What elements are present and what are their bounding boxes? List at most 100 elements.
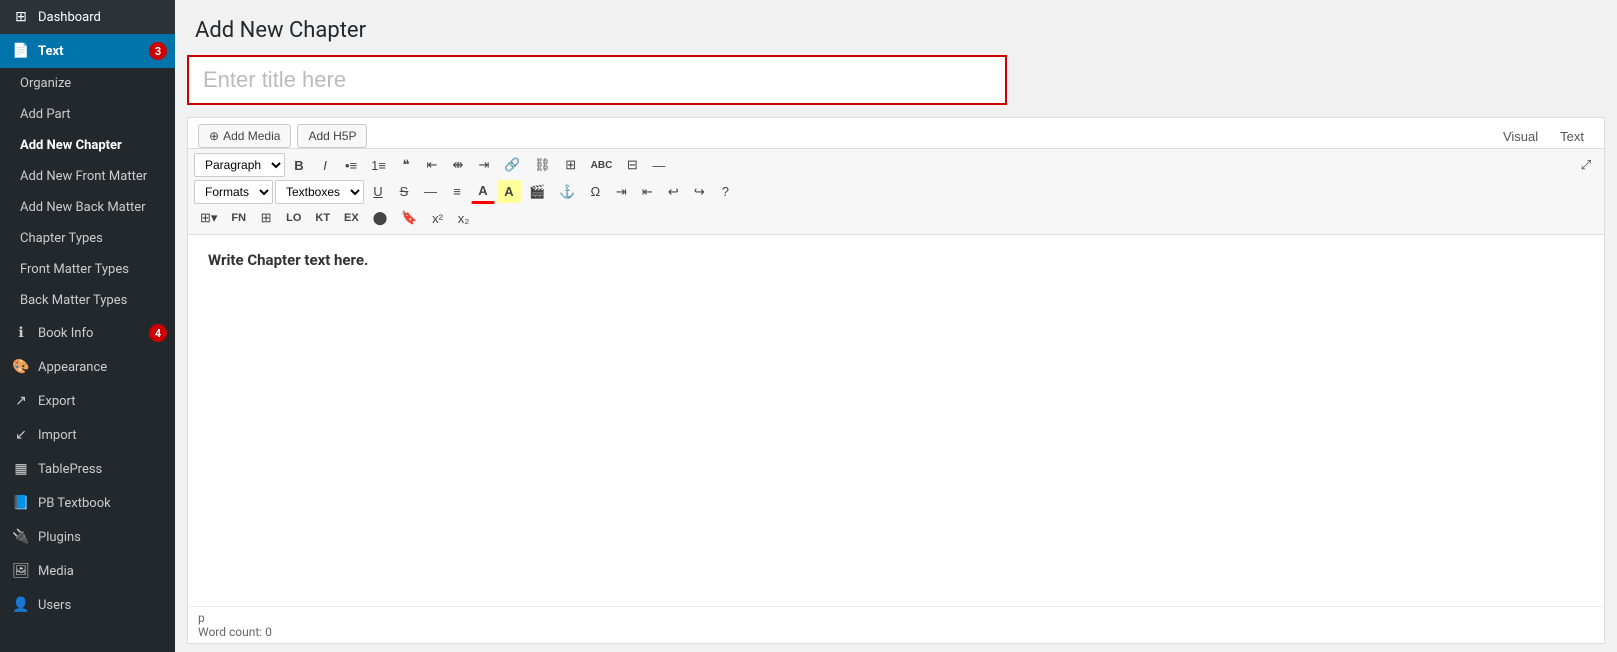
superscript-button[interactable]: x² — [425, 207, 449, 230]
undo-button[interactable]: ↩ — [661, 180, 685, 204]
ex-button[interactable]: EX — [338, 208, 365, 228]
spellcheck-button[interactable]: ABC — [585, 156, 619, 175]
fn-button[interactable]: FN — [225, 208, 252, 228]
strikethrough-button[interactable]: S — [392, 180, 416, 203]
page-title: Add New Chapter — [195, 18, 1597, 43]
link-button[interactable]: 🔗 — [498, 153, 526, 177]
table2-button[interactable]: ⊟ — [620, 153, 644, 177]
text-icon: 📄 — [12, 42, 30, 60]
sidebar-item-add-new-back-matter[interactable]: Add New Back Matter — [0, 192, 175, 223]
sidebar-item-label: Export — [38, 394, 76, 409]
more-button[interactable]: — — [646, 154, 671, 177]
expand-button[interactable]: ⤢ — [1574, 153, 1598, 177]
import-icon: ↙ — [12, 426, 30, 444]
underline-button[interactable]: U — [366, 180, 390, 203]
ltr-button[interactable]: ⇥ — [609, 180, 633, 204]
ol-button[interactable]: 1≡ — [365, 154, 392, 177]
rtl-button[interactable]: ⇤ — [635, 180, 659, 204]
add-media-button[interactable]: ⊕ Add Media — [198, 124, 291, 148]
font-bg-button[interactable]: A — [497, 180, 521, 203]
sidebar-item-label: Add New Back Matter — [20, 200, 146, 215]
visual-tab[interactable]: Visual — [1493, 125, 1548, 148]
sidebar-item-add-new-chapter[interactable]: Add New Chapter — [0, 130, 175, 161]
add-h5p-label: Add H5P — [308, 129, 356, 143]
ul-button[interactable]: •≡ — [339, 154, 363, 177]
sidebar-item-label: PB Textbook — [38, 496, 111, 511]
formats-select[interactable]: Formats — [194, 180, 273, 204]
paragraph-select[interactable]: Paragraph — [194, 153, 285, 177]
tablepress-icon: ▦ — [12, 460, 30, 478]
kt-button[interactable]: KT — [309, 208, 336, 228]
circle-button[interactable]: ⬤ — [367, 206, 394, 230]
sidebar-item-dashboard[interactable]: ⊞ Dashboard — [0, 0, 175, 34]
justify-button[interactable]: ≡ — [445, 180, 469, 203]
sidebar-item-plugins[interactable]: 🔌 Plugins — [0, 520, 175, 554]
sidebar-item-back-matter-types[interactable]: Back Matter Types — [0, 285, 175, 316]
content-area: ⊕ Add Media Add H5P Visual Text P — [175, 117, 1617, 652]
word-count: Word count: 0 — [198, 625, 1594, 639]
add-media-icon: ⊕ — [209, 129, 219, 143]
sidebar-item-export[interactable]: ↗ Export — [0, 384, 175, 418]
sidebar-item-appearance[interactable]: 🎨 Appearance — [0, 350, 175, 384]
sidebar-item-book-info[interactable]: ℹ Book Info 4 — [0, 316, 175, 350]
hr-button[interactable]: — — [418, 180, 443, 203]
chapter-title-input[interactable] — [187, 55, 1007, 105]
toolbar-row-3: ⊞▾ FN ⊞ LO KT EX ⬤ 🔖 x² x₂ — [194, 206, 1598, 230]
insert-table-button[interactable]: ⊞ — [559, 153, 583, 177]
media-toolbar-button[interactable]: 🎬 — [523, 180, 551, 204]
font-color-button[interactable]: A — [471, 179, 495, 204]
editor-tag: p — [198, 611, 1594, 625]
appearance-icon: 🎨 — [12, 358, 30, 376]
sidebar-item-label: Users — [38, 598, 71, 613]
editor-wrap: ⊕ Add Media Add H5P Visual Text P — [187, 117, 1605, 644]
italic-button[interactable]: I — [313, 154, 337, 177]
toolbar-row-1: Paragraph B I •≡ 1≡ ❝ ⇤ ⇼ ⇥ 🔗 ⛓ ⊞ ABC ⊟ … — [194, 153, 1598, 177]
sidebar-item-label: Front Matter Types — [20, 262, 129, 277]
textboxes-select[interactable]: Textboxes — [275, 180, 364, 204]
editor-toolbar: Paragraph B I •≡ 1≡ ❝ ⇤ ⇼ ⇥ 🔗 ⛓ ⊞ ABC ⊟ … — [188, 149, 1604, 235]
sidebar-item-organize[interactable]: Organize — [0, 68, 175, 99]
pb-textbook-icon: 📘 — [12, 494, 30, 512]
align-right-button[interactable]: ⇥ — [472, 153, 496, 177]
redo-button[interactable]: ↪ — [687, 180, 711, 204]
text-badge: 3 — [149, 42, 167, 60]
sidebar-item-add-part[interactable]: Add Part — [0, 99, 175, 130]
sidebar-item-label: Appearance — [38, 360, 107, 375]
blockquote-button[interactable]: ❝ — [394, 153, 418, 177]
table-tools-button[interactable]: ⊞▾ — [194, 206, 223, 230]
bold-button[interactable]: B — [287, 154, 311, 177]
unlink-button[interactable]: ⛓ — [528, 153, 557, 177]
bookmark-button[interactable]: 🔖 — [395, 206, 423, 230]
editor-placeholder: Write Chapter text here. — [208, 251, 1584, 269]
align-left-button[interactable]: ⇤ — [420, 153, 444, 177]
sidebar-item-media[interactable]: 🖼 Media — [0, 554, 175, 588]
sidebar-item-label: Plugins — [38, 530, 81, 545]
sidebar-item-front-matter-types[interactable]: Front Matter Types — [0, 254, 175, 285]
sidebar-item-import[interactable]: ↙ Import — [0, 418, 175, 452]
sidebar: ⊞ Dashboard 📄 Text 3 Organize Add Part A… — [0, 0, 175, 652]
sidebar-item-text[interactable]: 📄 Text 3 — [0, 34, 175, 68]
sidebar-item-users[interactable]: 👤 Users — [0, 588, 175, 622]
users-icon: 👤 — [12, 596, 30, 614]
subscript-button[interactable]: x₂ — [451, 207, 475, 230]
title-input-wrap — [187, 55, 1605, 105]
anchor-button[interactable]: ⚓ — [553, 180, 581, 204]
sidebar-item-tablepress[interactable]: ▦ TablePress — [0, 452, 175, 486]
align-center-button[interactable]: ⇼ — [446, 153, 470, 177]
plugins-icon: 🔌 — [12, 528, 30, 546]
special-char-button[interactable]: Ω — [583, 180, 607, 203]
grid-button[interactable]: ⊞ — [254, 206, 278, 230]
sidebar-item-label: Dashboard — [38, 10, 101, 25]
add-h5p-button[interactable]: Add H5P — [297, 124, 367, 148]
sidebar-item-add-new-front-matter[interactable]: Add New Front Matter — [0, 161, 175, 192]
text-tab[interactable]: Text — [1550, 125, 1594, 148]
editor-content[interactable]: Write Chapter text here. — [188, 235, 1604, 606]
editor-tab-row: ⊕ Add Media Add H5P Visual Text — [188, 118, 1604, 149]
sidebar-item-pb-textbook[interactable]: 📘 PB Textbook — [0, 486, 175, 520]
sidebar-item-chapter-types[interactable]: Chapter Types — [0, 223, 175, 254]
media-icon: 🖼 — [12, 562, 30, 580]
sidebar-item-label: TablePress — [38, 462, 102, 477]
add-media-label: Add Media — [223, 129, 280, 143]
lo-button[interactable]: LO — [280, 208, 307, 228]
help-button[interactable]: ? — [713, 180, 737, 203]
